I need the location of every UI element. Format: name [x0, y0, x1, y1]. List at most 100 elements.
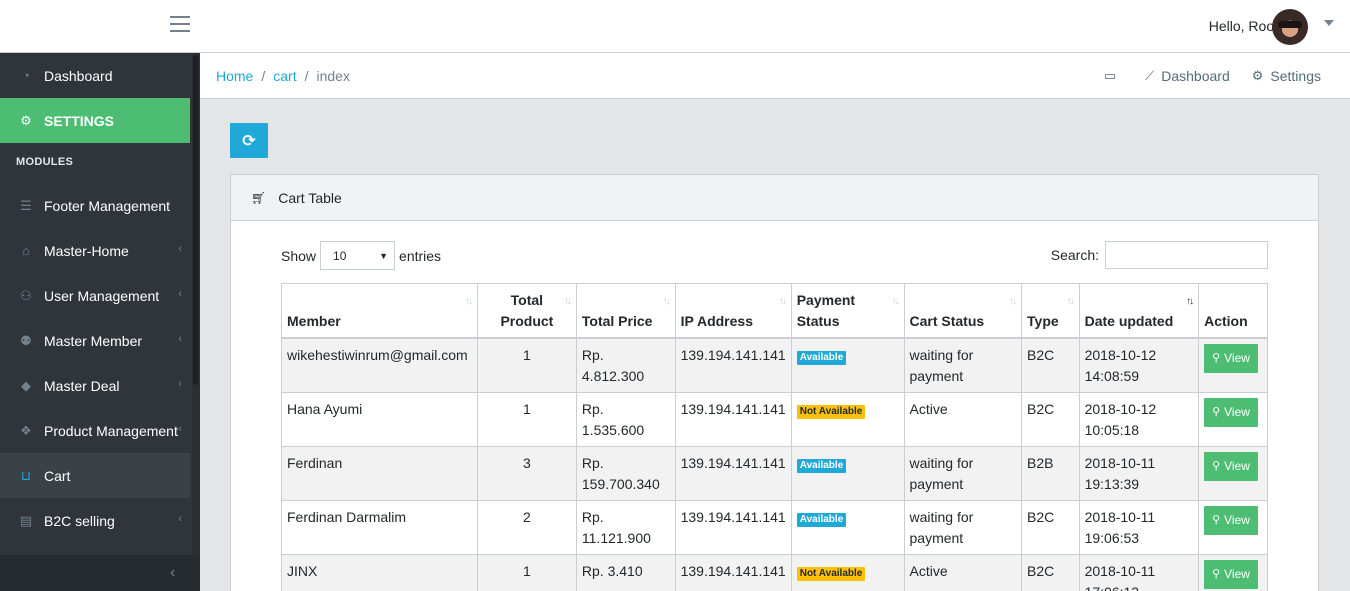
sidebar-minimizer[interactable]: ‹ — [0, 555, 200, 591]
view-button[interactable]: ⚲ View — [1204, 344, 1258, 373]
page-length-select[interactable]: 10 ▼ — [320, 241, 396, 270]
sidebar-item-settings[interactable]: ⚙ SETTINGS — [0, 98, 190, 143]
view-button[interactable]: ⚲ View — [1204, 452, 1258, 481]
avatar[interactable] — [1272, 9, 1308, 45]
sidebar-toggle-button[interactable] — [170, 16, 190, 34]
table-row: Hana Ayumi 1 Rp. 1.535.600 139.194.141.1… — [281, 392, 1268, 447]
breadcrumb-current: index — [316, 68, 350, 84]
sidebar-item-b2c-selling[interactable]: ▤ B2C selling ‹ — [0, 498, 190, 543]
sort-icon: ↑↓ — [1009, 296, 1017, 307]
cell-payment-status: Available — [790, 500, 905, 555]
cell-total-product: 2 — [476, 500, 577, 555]
column-header-type[interactable]: Type ↑↓ — [1021, 283, 1080, 339]
cell-total-price: Rp. 159.700.340 — [575, 446, 676, 501]
chevron-left-icon: ‹ — [178, 378, 182, 390]
tag-icon: ◆ — [21, 377, 31, 393]
column-header-member[interactable]: Member ↑↓ — [281, 283, 478, 339]
home-icon: ⌂ — [22, 243, 30, 258]
cell-action: ⚲ View — [1198, 554, 1268, 591]
sidebar-item-label: Footer Management — [44, 197, 171, 214]
column-header-payment-status[interactable]: Payment Status ↑↓ — [790, 283, 905, 339]
search-icon: ⚲ — [1212, 514, 1221, 526]
sidebar-item-label: Master-Home — [44, 242, 129, 259]
column-header-action: Action — [1198, 283, 1268, 339]
status-badge: Not Available — [796, 567, 866, 581]
cell-total-product: 1 — [476, 337, 577, 393]
sidebar-item-product-management[interactable]: ❖ Product Management ‹ — [0, 408, 190, 453]
cell-cart-status: waiting for payment — [903, 446, 1023, 501]
scrollbar-thumb[interactable] — [193, 55, 198, 385]
settings-link[interactable]: ⚙ Settings — [1252, 68, 1321, 84]
gear-icon: ⚙ — [1251, 68, 1264, 83]
cell-type: B2C — [1021, 337, 1080, 393]
cell-date-updated: 2018-10-12 14:08:59 — [1078, 337, 1200, 393]
gear-icon: ⚙ — [20, 112, 32, 128]
sidebar-item-master-home[interactable]: ⌂ Master-Home ‹ — [0, 228, 190, 273]
cell-action: ⚲ View — [1198, 500, 1268, 555]
cell-payment-status: Not Available — [790, 392, 905, 447]
table-row: JINX 1 Rp. 3.410 139.194.141.141 Not Ava… — [281, 554, 1268, 591]
caret-down-icon[interactable] — [1324, 20, 1334, 26]
search-input[interactable] — [1105, 241, 1268, 269]
column-header-ip-address[interactable]: IP Address ↑↓ — [674, 283, 792, 339]
sidebar-item-cart[interactable]: ⊔ Cart — [0, 453, 190, 498]
sidebar-item-master-member[interactable]: ⚉ Master Member ‹ — [0, 318, 190, 363]
view-button[interactable]: ⚲ View — [1204, 398, 1258, 427]
column-header-total-price[interactable]: Total Price ↑↓ — [575, 283, 676, 339]
cell-member: Ferdinan Darmalim — [281, 500, 478, 555]
cell-date-updated: 2018-10-11 17:06:13 — [1078, 554, 1200, 591]
cell-type: B2B — [1021, 446, 1080, 501]
sidebar-item-label: Cart — [44, 467, 71, 484]
dashboard-link[interactable]: ⟋ Dashboard — [1145, 68, 1230, 84]
sort-icon: ↑↓ — [891, 296, 900, 307]
cell-type: B2C — [1021, 554, 1080, 591]
sidebar-item-user-management[interactable]: ⚇ User Management ‹ — [0, 273, 190, 318]
table-search: Search: — [1051, 241, 1268, 269]
cell-member: Hana Ayumi — [281, 392, 478, 447]
cell-total-price: Rp. 4.812.300 — [575, 337, 676, 393]
table-row: wikehestiwinrum@gmail.com 1 Rp. 4.812.30… — [281, 337, 1268, 393]
graph-icon: ⟋ — [1145, 68, 1155, 83]
cell-total-price: Rp. 3.410 — [575, 554, 676, 591]
column-header-date-updated[interactable]: Date updated ↑↓ — [1078, 283, 1200, 339]
card-title: Cart Table — [278, 189, 342, 206]
sidebar-item-label: Product Management — [44, 422, 178, 439]
sidebar-item-footer-management[interactable]: ☰ Footer Management — [0, 183, 190, 228]
cell-date-updated: 2018-10-12 10:05:18 — [1078, 392, 1200, 447]
speech-bubble-icon: ▭ — [1103, 68, 1117, 83]
breadcrumb: Home / cart / index ▭ ⟋ Dashboard ⚙ Settings — [200, 53, 1350, 99]
sidebar-item-master-deal[interactable]: ◆ Master Deal ‹ — [0, 363, 190, 408]
status-badge: Not Available — [796, 405, 866, 419]
cell-member: wikehestiwinrum@gmail.com — [281, 337, 478, 393]
search-icon: ⚲ — [1212, 568, 1221, 580]
breadcrumb-home-link[interactable]: Home — [216, 68, 253, 84]
cell-cart-status: waiting for payment — [903, 337, 1023, 393]
cell-ip-address: 139.194.141.141 — [674, 554, 792, 591]
file-icon: ▤ — [19, 512, 33, 528]
status-badge: Available — [796, 459, 847, 473]
user-icon: ⚇ — [20, 287, 32, 303]
chevron-left-icon: ‹ — [178, 423, 182, 435]
messages-link[interactable]: ▭ — [1104, 68, 1123, 84]
cell-payment-status: Available — [790, 446, 905, 501]
column-header-total-product[interactable]: Total Product ↑↓ — [476, 283, 577, 339]
sidebar-item-label: User Management — [44, 287, 160, 304]
sort-icon: ↑↓ — [464, 296, 473, 307]
breadcrumb-cart-link[interactable]: cart — [273, 68, 296, 84]
view-button[interactable]: ⚲ View — [1204, 506, 1258, 535]
sidebar-scrollbar[interactable] — [192, 53, 200, 591]
cell-total-price: Rp. 1.535.600 — [575, 392, 676, 447]
sidebar: ◔ Dashboard ⚙ SETTINGS MODULES ☰ Footer … — [0, 53, 200, 591]
cell-total-product: 1 — [476, 554, 577, 591]
sidebar-item-dashboard[interactable]: ◔ Dashboard — [0, 53, 190, 98]
sidebar-item-label: Master Member — [44, 332, 143, 349]
search-icon: ⚲ — [1212, 406, 1221, 418]
view-button[interactable]: ⚲ View — [1204, 560, 1258, 589]
refresh-button[interactable]: ⟳ — [230, 123, 268, 158]
column-header-cart-status[interactable]: Cart Status ↑↓ — [903, 283, 1023, 339]
speedometer-icon: ◔ — [22, 68, 30, 83]
cell-member: Ferdinan — [281, 446, 478, 501]
cubes-icon: ❖ — [20, 422, 32, 438]
cell-member: JINX — [281, 554, 478, 591]
sort-desc-icon: ↑↓ — [1186, 296, 1194, 307]
